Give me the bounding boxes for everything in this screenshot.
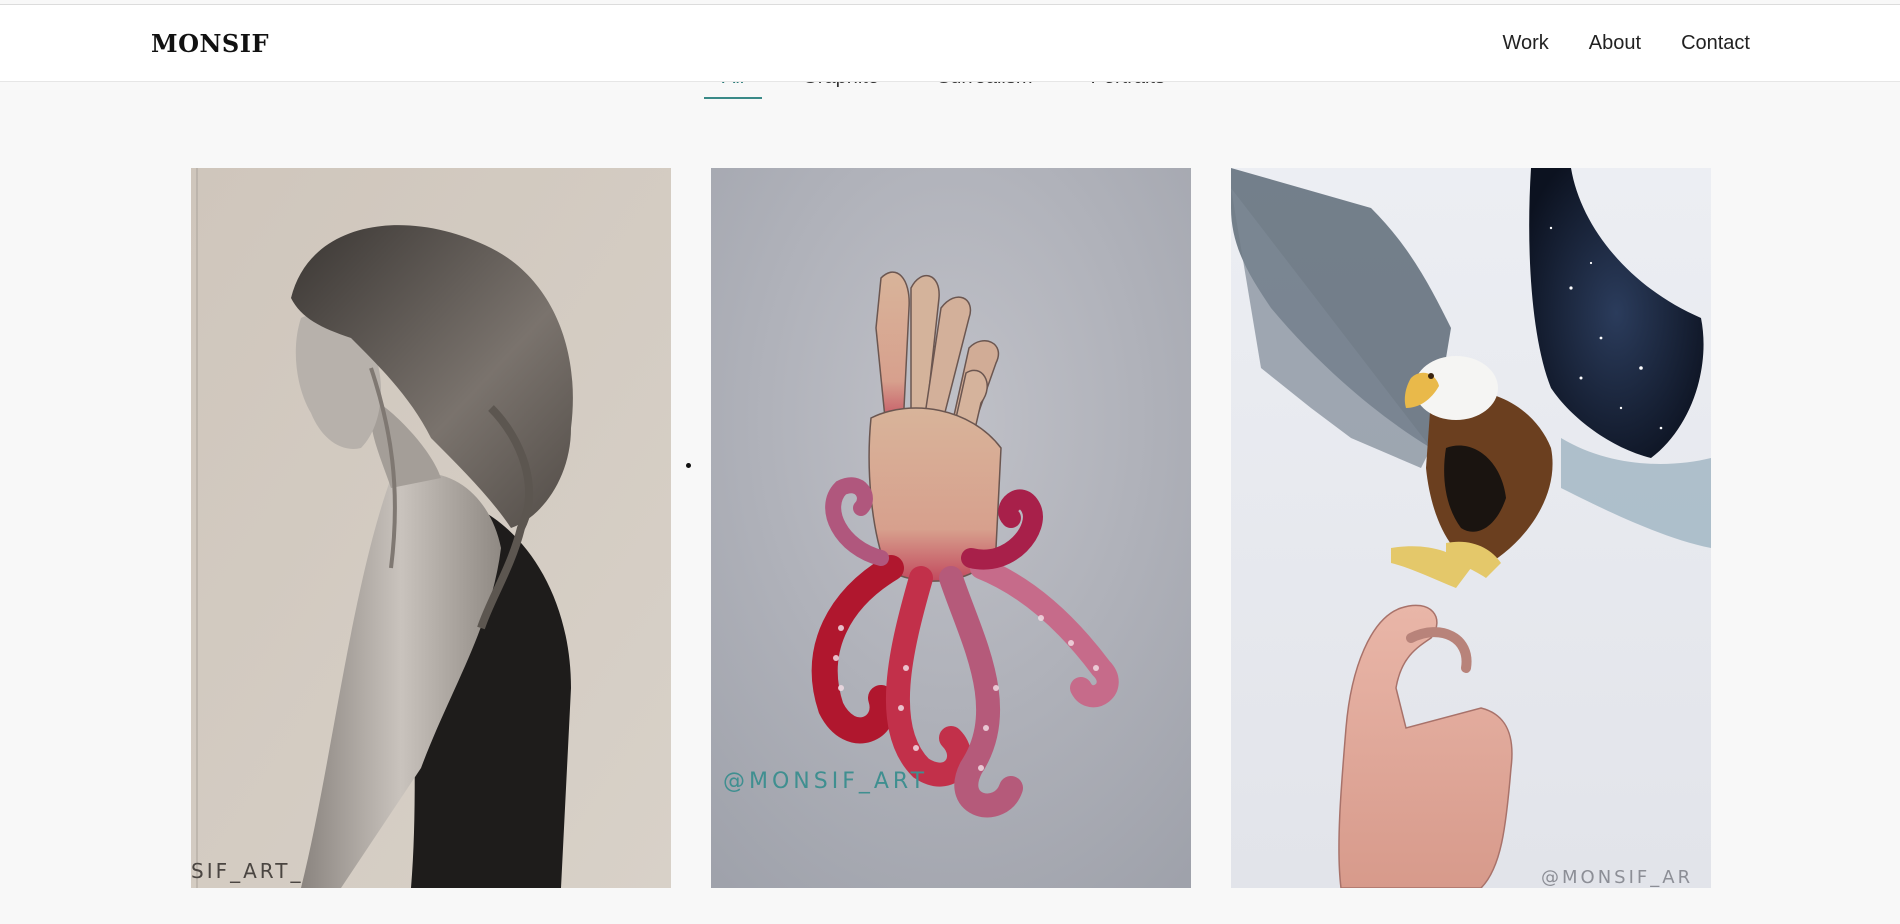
carousel-dot xyxy=(686,463,691,468)
eagle-artwork-image: @MONSIF_AR xyxy=(1231,168,1711,888)
nav-link-about[interactable]: About xyxy=(1589,32,1641,55)
portrait-artwork-image: SIF_ART_ xyxy=(191,168,671,888)
site-header: MONSIF Work About Contact xyxy=(0,5,1900,82)
gallery-item-eagle[interactable]: @MONSIF_AR xyxy=(1231,168,1711,888)
hand-octopus-artwork-image: @MONSIF_ART xyxy=(711,168,1191,888)
gallery-grid: SIF_ART_ @MONSIF_ART @MONSIF_AR xyxy=(191,168,1711,888)
nav-link-contact[interactable]: Contact xyxy=(1681,32,1750,55)
watermark-text: @MONSIF_ART xyxy=(723,769,928,794)
nav-link-work[interactable]: Work xyxy=(1502,32,1548,55)
gallery-item-hand-octopus[interactable]: @MONSIF_ART xyxy=(711,168,1191,888)
brand-logo[interactable]: MONSIF xyxy=(151,29,269,58)
gallery-item-portrait[interactable]: SIF_ART_ xyxy=(191,168,671,888)
watermark-text: @MONSIF_AR xyxy=(1541,867,1693,888)
main-nav: Work About Contact xyxy=(1462,32,1750,55)
watermark-text: SIF_ART_ xyxy=(191,859,303,883)
